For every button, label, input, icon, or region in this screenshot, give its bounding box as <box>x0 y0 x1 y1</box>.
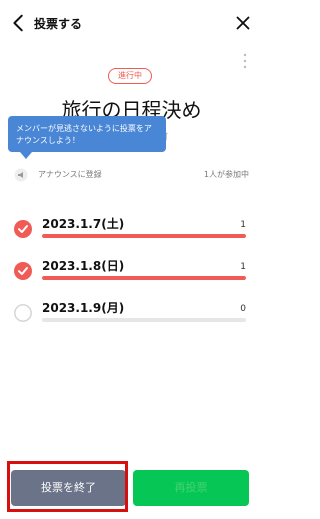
option-item[interactable]: 2023.1.9(月) 0 <box>14 298 249 328</box>
option-label: 2023.1.9(月) <box>42 301 125 315</box>
header-title: 投票する <box>34 17 83 31</box>
participant-count[interactable]: 1人が参加中 <box>204 169 249 180</box>
announce-label: アナウンスに登録 <box>38 170 102 179</box>
check-circle-icon[interactable] <box>14 262 32 280</box>
unchecked-circle-icon[interactable] <box>14 304 32 322</box>
status-badge: 進行中 <box>108 68 152 84</box>
option-bar-fill <box>42 234 246 238</box>
option-bar <box>42 276 246 280</box>
option-label: 2023.1.8(日) <box>42 259 125 273</box>
announce-row[interactable]: アナウンスに登録 1人が参加中 <box>14 168 249 182</box>
kebab-icon[interactable] <box>242 52 248 70</box>
option-count: 1 <box>240 262 246 272</box>
close-icon[interactable] <box>232 12 254 34</box>
option-count: 1 <box>240 220 246 230</box>
highlight-box <box>7 461 128 512</box>
tooltip-arrow <box>20 152 32 159</box>
option-bar <box>42 318 246 322</box>
option-bar <box>42 234 246 238</box>
option-item[interactable]: 2023.1.7(土) 1 <box>14 214 249 244</box>
announce-tooltip[interactable]: メンバーが見逃さないように投票をアナウンスしよう！ <box>8 116 166 152</box>
check-circle-icon[interactable] <box>14 220 32 238</box>
option-bar-fill <box>42 276 246 280</box>
option-count: 0 <box>240 304 246 314</box>
option-item[interactable]: 2023.1.8(日) 1 <box>14 256 249 286</box>
option-label: 2023.1.7(土) <box>42 217 125 231</box>
chevron-left-icon[interactable] <box>8 12 30 34</box>
megaphone-icon <box>14 168 28 182</box>
revote-button[interactable]: 再投票 <box>133 470 249 506</box>
header: 投票する <box>0 0 263 48</box>
